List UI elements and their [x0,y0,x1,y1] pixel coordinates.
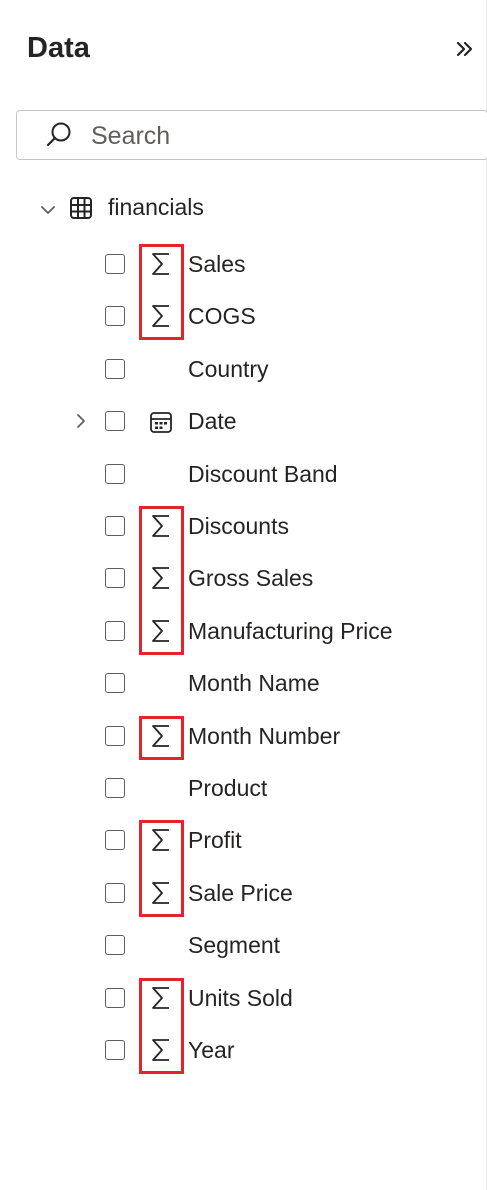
search-box[interactable] [16,110,487,160]
chevron-right-icon[interactable] [73,413,89,429]
field-label: COGS [188,303,256,329]
field-label: Date [188,408,237,434]
field-label: Sale Price [188,880,293,906]
field-row[interactable]: Profit [60,818,460,864]
sigma-icon [152,253,169,275]
field-checkbox[interactable] [105,1040,125,1060]
field-checkbox[interactable] [105,568,125,588]
field-checkbox[interactable] [105,778,125,798]
search-icon [46,122,71,147]
field-row[interactable]: Date [60,399,460,445]
sigma-icon [152,725,169,747]
field-checkbox[interactable] [105,673,125,693]
field-checkbox[interactable] [105,516,125,536]
sigma-icon [152,1039,169,1061]
field-label: Sales [188,251,246,277]
field-checkbox[interactable] [105,411,125,431]
field-row[interactable]: Units Sold [60,976,460,1022]
field-row[interactable]: Country [60,347,460,393]
field-label: Discounts [188,513,289,539]
field-label: Month Number [188,723,341,749]
field-checkbox[interactable] [105,621,125,641]
field-checkbox[interactable] [105,726,125,746]
sigma-icon [152,305,169,327]
field-row[interactable]: Product [60,766,460,812]
field-row[interactable]: Gross Sales [60,556,460,602]
field-row[interactable]: Discounts [60,504,460,550]
field-checkbox[interactable] [105,883,125,903]
field-row[interactable]: COGS [60,294,460,340]
pane-title: Data [27,32,90,64]
sigma-icon [152,829,169,851]
sigma-icon [152,882,169,904]
table-icon [70,197,92,219]
field-label: Product [188,775,268,801]
sigma-icon [152,567,169,589]
field-label: Segment [188,932,281,958]
field-label: Gross Sales [188,565,314,591]
sigma-icon [152,515,169,537]
field-checkbox[interactable] [105,254,125,274]
field-checkbox[interactable] [105,830,125,850]
field-row[interactable]: Manufacturing Price [60,609,460,655]
field-label: Country [188,356,269,382]
field-row[interactable]: Sales [60,242,460,288]
field-label: Year [188,1037,235,1063]
field-label: Month Name [188,670,320,696]
calendar-table-icon [150,412,172,433]
search-input[interactable] [89,117,473,155]
field-label: Profit [188,827,242,853]
data-pane: Data financials Sales COGS Country Date Disc… [0,0,487,1190]
field-checkbox[interactable] [105,359,125,379]
field-row[interactable]: Month Number [60,714,460,760]
double-chevron-right-icon[interactable] [454,38,476,60]
chevron-down-icon[interactable] [40,202,56,218]
sigma-icon [152,620,169,642]
table-name: financials [108,194,204,220]
sigma-icon [152,987,169,1009]
field-label: Manufacturing Price [188,618,393,644]
field-row[interactable]: Discount Band [60,452,460,498]
field-checkbox[interactable] [105,464,125,484]
field-checkbox[interactable] [105,306,125,326]
field-label: Units Sold [188,985,293,1011]
field-checkbox[interactable] [105,988,125,1008]
field-checkbox[interactable] [105,935,125,955]
field-row[interactable]: Sale Price [60,871,460,917]
field-label: Discount Band [188,461,338,487]
field-row[interactable]: Year [60,1028,460,1074]
field-row[interactable]: Segment [60,923,460,969]
field-row[interactable]: Month Name [60,661,460,707]
